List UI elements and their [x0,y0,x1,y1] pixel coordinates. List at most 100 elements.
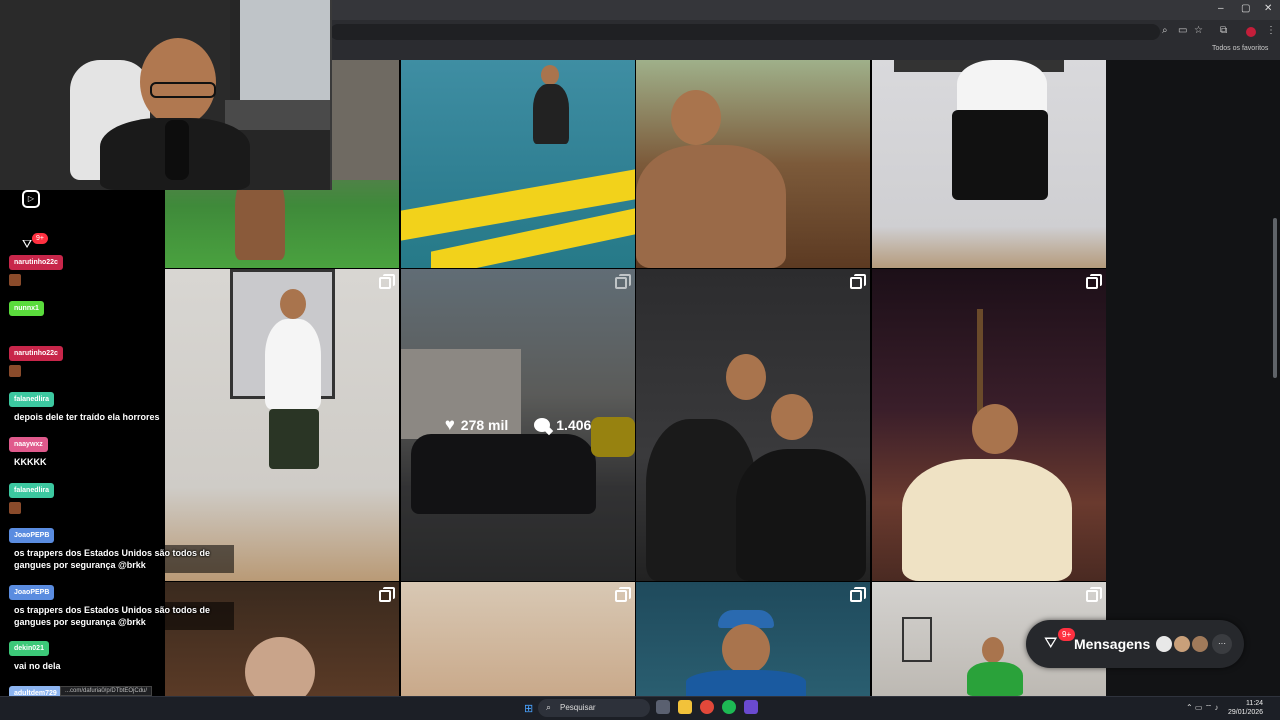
post-hover-overlay: ♥ 278 mil 1.406 [401,269,635,581]
person-figure [533,84,569,144]
multi-post-icon [1086,587,1102,602]
stream-chat: ▷ ⛛ 9+ narutinho22c nunnx1 narutinho22c … [0,185,240,701]
post-tile[interactable] [636,60,870,268]
file-explorer-icon[interactable] [678,700,692,714]
twitch-icon[interactable] [744,700,758,714]
cast-icon[interactable]: ▭ [1178,25,1187,36]
windows-start-icon[interactable]: ⊞ [524,702,533,715]
emote-icon [9,502,21,514]
desk [225,100,330,130]
avatar [1172,634,1192,654]
person-figure [686,670,806,696]
person-head [245,637,315,696]
system-tray-icons[interactable]: ⌃ ▭ ⌔ ♪ [1186,703,1218,713]
post-tile[interactable] [636,269,870,581]
comment-bubble-icon [534,418,551,432]
extensions-icon[interactable]: ⧉ [1220,25,1227,36]
chat-username: dekin021 [9,641,49,656]
search-icon: ⌕ [546,702,552,712]
chat-username: falanedlira [9,483,55,498]
chat-message: falanedlira [9,479,55,514]
post-tile[interactable] [872,60,1106,268]
glasses [150,82,216,98]
chat-text: vai no dela [9,658,66,674]
person-figure [967,662,1023,696]
multi-post-icon [1086,274,1102,289]
minimize-icon[interactable]: – [1218,3,1224,14]
messages-badge: 9+ [1058,628,1076,641]
person-figure [736,449,866,581]
chrome-icon[interactable] [700,700,714,714]
chat-message: dekin021 vai no dela [9,637,66,674]
screen: – ▢ ✕ ⌕ ▭ ☆ ⧉ ⋮ Todos os favoritos ♥ 278… [0,0,1280,720]
messages-drawer-button[interactable]: ⛛ 9+ Mensagens ··· [1026,620,1244,668]
clock-time: 11:24 [1246,700,1264,707]
multi-post-icon [615,274,631,289]
post-tile[interactable] [872,269,1106,581]
post-tile[interactable] [636,582,870,696]
person-head [982,637,1004,663]
person-head [541,65,559,85]
emote-icon [9,274,21,286]
post-tile-hovered[interactable]: ♥ 278 mil 1.406 [401,269,635,581]
chat-username: JoaoPEPB [9,528,55,543]
white-shirt [265,319,321,409]
scrollbar-thumb[interactable] [1273,218,1277,378]
chat-message: JoaoPEPB os trappers dos Estados Unidos … [9,524,234,573]
page-right-gutter [1106,60,1280,696]
all-bookmarks-link[interactable]: Todos os favoritos [1212,45,1268,52]
chat-text: os trappers dos Estados Unidos são todos… [9,602,234,630]
multi-post-icon [850,587,866,602]
person-head [972,404,1018,454]
multi-post-icon [379,274,395,289]
chat-message: narutinho22c [9,251,63,286]
person-head [722,624,770,674]
chat-notification-badge: 9+ [32,233,48,244]
black-shorts [952,110,1048,200]
wall-frame [902,617,932,662]
multi-post-icon [379,587,395,602]
chat-text: KKKKK [9,454,52,470]
chat-message: nunnx1 [9,297,44,318]
chat-message: narutinho22c [9,342,63,377]
clock[interactable]: 11:24 29/01/2026 [1228,699,1263,717]
emote-icon [9,365,21,377]
person-head [280,289,306,319]
likes-stat: ♥ 278 mil [445,415,509,435]
chat-username: JoaoPEPB [9,585,55,600]
address-bar[interactable] [330,24,1160,40]
chat-message: JoaoPEPB os trappers dos Estados Unidos … [9,581,234,630]
star-icon[interactable]: ☆ [1194,25,1203,36]
person-head [726,354,766,400]
person-figure [902,459,1072,581]
chat-message: naaywxz KKKKK [9,433,52,470]
avatar [1154,634,1174,654]
chat-text: os trappers dos Estados Unidos são todos… [9,545,234,573]
chat-username: narutinho22c [9,346,63,361]
spotify-icon[interactable] [722,700,736,714]
zoom-icon[interactable]: ⌕ [1162,25,1168,36]
messages-label: Mensagens [1074,636,1151,652]
post-tile[interactable] [401,60,635,268]
likes-count: 278 mil [460,417,509,433]
person-head [671,90,721,145]
person-head [771,394,813,440]
chat-username: nunnx1 [9,301,44,316]
avatar [1190,634,1210,654]
chat-text: depois dele ter traído ela horrores [9,409,165,425]
microphone [165,120,189,180]
webcam-overlay [0,0,332,190]
taskbar-search[interactable]: Pesquisar [538,699,650,717]
link-status-bar: ...com/dafuria0/p/DTbtEOjCdu/ [60,686,153,696]
menu-icon[interactable]: ⋮ [1266,25,1276,36]
filter-icon[interactable]: ⛛ [22,237,32,252]
close-icon[interactable]: ✕ [1264,3,1272,14]
task-view-icon[interactable] [656,700,670,714]
shorts [269,409,319,469]
wall-background [240,0,330,110]
clock-date: 29/01/2026 [1228,709,1264,716]
play-icon[interactable]: ▷ [22,190,40,208]
maximize-icon[interactable]: ▢ [1241,3,1250,14]
post-tile[interactable] [401,582,635,696]
profile-avatar[interactable] [1246,27,1256,37]
